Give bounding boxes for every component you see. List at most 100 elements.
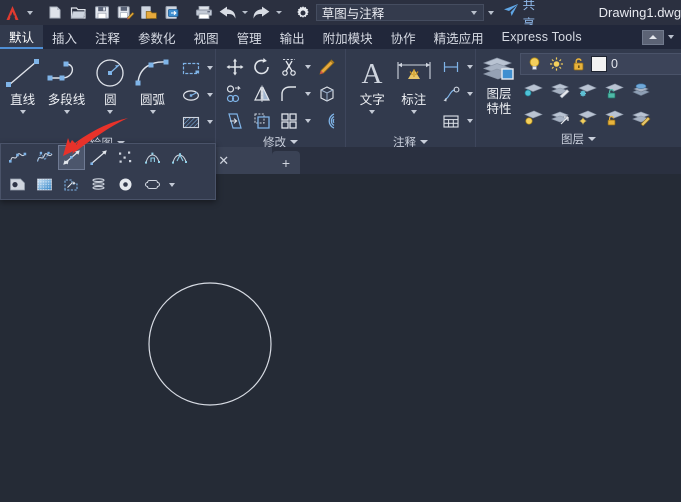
minimize-ribbon-button[interactable]	[642, 30, 664, 45]
layer-on-icon[interactable]	[523, 54, 545, 74]
draw-polyline-button[interactable]: 多段线	[43, 53, 89, 117]
offset-icon[interactable]	[314, 108, 340, 134]
move-icon[interactable]	[222, 54, 248, 80]
draw-line-button[interactable]: 直线	[2, 53, 43, 117]
draw-circle-dropdown[interactable]	[107, 107, 113, 117]
trim-dropdown[interactable]	[303, 54, 313, 80]
layer-lock-all-icon[interactable]	[601, 77, 627, 103]
tab-parametric[interactable]: 参数化	[129, 25, 185, 49]
revision-cloud-icon[interactable]	[139, 172, 166, 197]
hatch-icon[interactable]	[178, 109, 204, 135]
undo-history-caret[interactable]	[239, 0, 250, 25]
hatch-dropdown[interactable]	[205, 109, 215, 135]
erase-icon[interactable]	[314, 54, 340, 80]
layer-freeze-icon[interactable]	[545, 54, 567, 74]
tab-addins[interactable]: 附加模块	[314, 25, 382, 49]
draw-line-dropdown[interactable]	[20, 107, 26, 117]
table-icon[interactable]	[438, 108, 464, 134]
construction-line-icon[interactable]	[58, 145, 85, 170]
save-to-web-icon[interactable]	[161, 0, 184, 25]
rectangle-icon[interactable]	[178, 55, 204, 81]
leader-dropdown[interactable]	[465, 81, 475, 107]
tab-output[interactable]: 输出	[271, 25, 314, 49]
layer-freeze-all-icon[interactable]	[574, 77, 600, 103]
array-dropdown[interactable]	[303, 108, 313, 134]
redo-history-caret[interactable]	[274, 0, 285, 25]
layer-off-icon[interactable]	[520, 104, 546, 130]
divide-icon[interactable]	[139, 145, 166, 170]
tab-view[interactable]: 视图	[185, 25, 228, 49]
fillet-icon[interactable]	[276, 81, 302, 107]
layer-unisolate-icon[interactable]	[574, 104, 600, 130]
panel-layers-label[interactable]: 图层	[476, 130, 681, 147]
drawn-circle[interactable]	[149, 283, 271, 405]
mirror-icon[interactable]	[249, 81, 275, 107]
layer-color-swatch[interactable]	[591, 56, 607, 72]
spline-fit-icon[interactable]	[4, 145, 31, 170]
current-layer-control[interactable]: 0	[520, 53, 681, 75]
annotation-text-dropdown[interactable]	[369, 107, 375, 117]
layer-change-icon[interactable]	[628, 104, 654, 130]
boundary-icon[interactable]	[58, 172, 85, 197]
layer-properties-button[interactable]: 图层 特性	[480, 53, 518, 117]
tab-featured-apps[interactable]: 精选应用	[425, 25, 493, 49]
plot-icon[interactable]	[192, 0, 215, 25]
layer-isolate-icon[interactable]	[520, 77, 546, 103]
layer-match-icon[interactable]	[547, 104, 573, 130]
tab-collaborate[interactable]: 协作	[382, 25, 425, 49]
open-from-web-icon[interactable]	[137, 0, 160, 25]
save-file-icon[interactable]	[91, 0, 114, 25]
redo-icon[interactable]	[250, 0, 273, 25]
draw-polyline-dropdown[interactable]	[64, 107, 70, 117]
autocad-logo-icon[interactable]	[0, 0, 24, 25]
rotate-icon[interactable]	[249, 54, 275, 80]
region-icon[interactable]	[4, 172, 31, 197]
file-tab-close-icon[interactable]: ✕	[218, 153, 229, 169]
trim-icon[interactable]	[276, 54, 302, 80]
tab-express-tools[interactable]: Express Tools	[493, 25, 591, 49]
donut-icon[interactable]	[112, 172, 139, 197]
scale-icon[interactable]	[249, 108, 275, 134]
draw-arc-dropdown[interactable]	[150, 107, 156, 117]
array-3d-icon[interactable]	[314, 81, 340, 107]
open-file-icon[interactable]	[67, 0, 90, 25]
undo-icon[interactable]	[216, 0, 239, 25]
annotation-dimension-dropdown[interactable]	[411, 107, 417, 117]
leader-icon[interactable]	[438, 81, 464, 107]
ellipse-icon[interactable]	[178, 82, 204, 108]
tab-default[interactable]: 默认	[0, 25, 43, 49]
ray-icon[interactable]	[85, 145, 112, 170]
workspace-gear-icon[interactable]	[293, 0, 314, 25]
quick-access-customize-caret[interactable]	[24, 0, 35, 25]
table-dropdown[interactable]	[465, 108, 475, 134]
annotation-dimension-button[interactable]: 标注	[393, 53, 435, 117]
tab-insert[interactable]: 插入	[43, 25, 86, 49]
layer-properties-edit-icon[interactable]	[547, 77, 573, 103]
save-as-file-icon[interactable]	[114, 0, 137, 25]
workspace-selector[interactable]: 草图与注释	[316, 4, 484, 21]
tab-annotate[interactable]: 注释	[86, 25, 129, 49]
helix-icon[interactable]	[85, 172, 112, 197]
stretch-icon[interactable]	[222, 108, 248, 134]
workspace-dropdown-caret[interactable]	[468, 11, 481, 15]
fillet-dropdown[interactable]	[303, 81, 313, 107]
layer-lock-icon[interactable]	[567, 54, 589, 74]
draw-arc-button[interactable]: 圆弧	[131, 53, 174, 117]
copy-icon[interactable]	[222, 81, 248, 107]
new-file-icon[interactable]	[44, 0, 67, 25]
draw-circle-button[interactable]: 圆	[90, 53, 131, 117]
dimension-style-icon[interactable]	[438, 54, 464, 80]
layer-merge-icon[interactable]	[628, 77, 654, 103]
gradient-icon[interactable]	[31, 172, 58, 197]
workspace-overflow-caret[interactable]	[484, 0, 499, 25]
spline-cv-icon[interactable]	[31, 145, 58, 170]
array-icon[interactable]	[276, 108, 302, 134]
revision-cloud-dropdown[interactable]	[166, 172, 178, 197]
annotation-text-button[interactable]: A 文字	[352, 53, 393, 117]
tab-manage[interactable]: 管理	[228, 25, 271, 49]
rectangle-dropdown[interactable]	[205, 55, 215, 81]
dimension-style-dropdown[interactable]	[465, 54, 475, 80]
drawing-canvas[interactable]	[0, 174, 681, 502]
ellipse-dropdown[interactable]	[205, 82, 215, 108]
new-file-tab-button[interactable]: +	[272, 151, 300, 174]
